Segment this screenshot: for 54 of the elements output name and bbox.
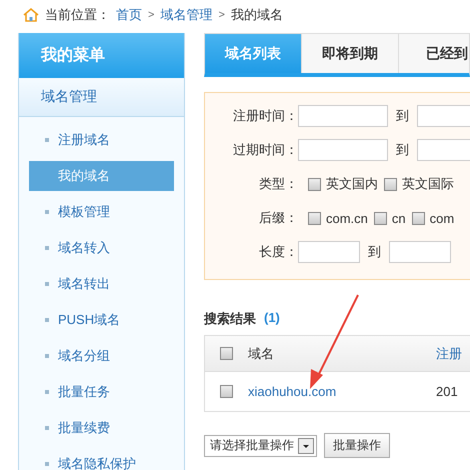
range-separator: 到 [396, 107, 409, 125]
option-checkbox[interactable] [374, 212, 387, 224]
sidebar-item[interactable]: 注册域名 [29, 125, 174, 155]
batch-select[interactable]: 请选择批量操作 [204, 434, 317, 456]
option-label: cn [392, 210, 406, 226]
results-title: 搜索结果 [204, 310, 256, 328]
domain-link[interactable]: xiaohuhou.com [248, 384, 336, 399]
sidebar-item[interactable]: 我的域名 [29, 161, 174, 191]
batch-button[interactable]: 批量操作 [324, 433, 390, 458]
filter-label: 类型： [258, 175, 298, 193]
filter-label: 过期时间： [232, 141, 298, 159]
tab[interactable]: 域名列表 [205, 34, 302, 73]
date-field[interactable] [389, 241, 451, 263]
breadcrumb-link[interactable]: 首页 [116, 6, 142, 24]
option-label: com [430, 210, 454, 226]
filter-label: 注册时间： [232, 107, 298, 125]
filter-label: 长度： [258, 243, 298, 261]
option-label: com.cn [326, 210, 368, 226]
tab[interactable]: 即将到期 [302, 34, 399, 73]
option-checkbox[interactable] [308, 212, 321, 224]
table-cell: 201 [436, 384, 458, 399]
select-all-checkbox[interactable] [220, 347, 233, 360]
sidebar-item[interactable]: 域名隐私保护 [29, 449, 174, 470]
breadcrumb-label: 当前位置： [45, 6, 110, 24]
sidebar-item[interactable]: 批量任务 [29, 377, 174, 407]
date-field[interactable] [298, 105, 388, 127]
home-icon [23, 7, 39, 23]
sidebar-item[interactable]: PUSH域名 [29, 305, 174, 335]
sidebar-item[interactable]: 域名分组 [29, 341, 174, 371]
option-checkbox[interactable] [308, 178, 321, 190]
column-header[interactable]: 注册 [436, 344, 462, 362]
range-separator: 到 [368, 243, 381, 261]
filter-label: 后缀： [258, 209, 298, 227]
option-label: 英文国际 [402, 175, 454, 193]
breadcrumb-link[interactable]: 域名管理 [160, 6, 212, 24]
date-field[interactable] [298, 241, 360, 263]
tab[interactable]: 已经到 [399, 34, 470, 73]
option-label: 英文国内 [326, 175, 378, 193]
caret-icon [298, 438, 314, 454]
breadcrumb-separator: > [148, 9, 154, 21]
column-header: 域名 [248, 344, 275, 362]
option-checkbox[interactable] [384, 178, 397, 190]
range-separator: 到 [396, 141, 409, 159]
sidebar-item[interactable]: 批量续费 [29, 413, 174, 443]
breadcrumb-separator: > [218, 9, 225, 21]
date-field[interactable] [298, 139, 388, 161]
results-count: (1) [264, 310, 280, 327]
sidebar-item[interactable]: 域名转出 [29, 269, 174, 299]
sidebar-item[interactable]: 域名转入 [29, 233, 174, 263]
sidebar-title: 我的菜单 [19, 33, 184, 78]
option-checkbox[interactable] [412, 212, 425, 224]
breadcrumb-current: 我的域名 [230, 6, 283, 24]
sidebar-item[interactable]: 模板管理 [29, 197, 174, 227]
row-checkbox[interactable] [220, 385, 233, 398]
